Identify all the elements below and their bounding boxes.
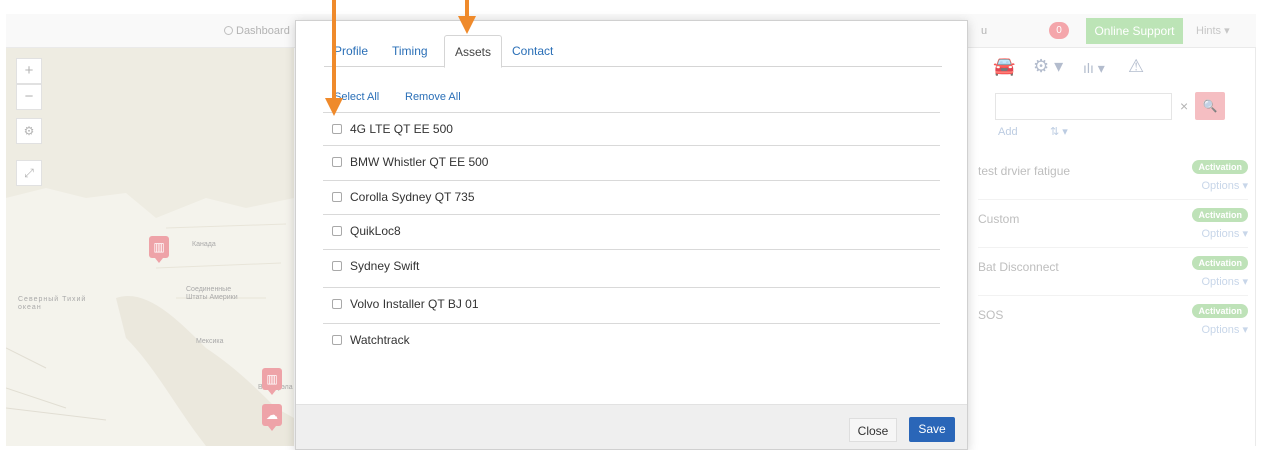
- asset-label: BMW Whistler QT EE 500: [350, 155, 489, 169]
- asset-checkbox[interactable]: [332, 261, 342, 271]
- remove-all-link[interactable]: Remove All: [405, 91, 461, 103]
- tab-contact[interactable]: Contact: [502, 35, 563, 67]
- asset-row[interactable]: Sydney Swift: [323, 249, 940, 282]
- asset-checkbox[interactable]: [332, 335, 342, 345]
- asset-checkbox[interactable]: [332, 299, 342, 309]
- asset-row[interactable]: BMW Whistler QT EE 500: [323, 145, 940, 178]
- asset-label: Watchtrack: [350, 333, 410, 347]
- asset-checkbox[interactable]: [332, 157, 342, 167]
- tab-timing[interactable]: Timing: [382, 35, 438, 67]
- modal-footer: Close Save: [296, 404, 967, 449]
- close-button[interactable]: Close: [849, 418, 897, 442]
- asset-row[interactable]: Watchtrack: [323, 323, 940, 356]
- app-frame: Dashboard u 0 Online Support Hints ▾ + −…: [0, 0, 1261, 450]
- asset-label: QuikLoc8: [350, 224, 401, 238]
- asset-row[interactable]: Volvo Installer QT BJ 01: [323, 287, 940, 320]
- alert-settings-modal: Profile Timing Assets Contact Select All…: [295, 20, 968, 450]
- asset-row[interactable]: Corolla Sydney QT 735: [323, 180, 940, 213]
- asset-checkbox[interactable]: [332, 226, 342, 236]
- asset-label: Sydney Swift: [350, 259, 420, 273]
- save-button[interactable]: Save: [909, 417, 955, 442]
- annotation-arrow-assets-tab: [458, 0, 476, 34]
- asset-label: Volvo Installer QT BJ 01: [350, 297, 479, 311]
- tab-assets[interactable]: Assets: [444, 35, 503, 68]
- annotation-arrow-checkbox: [325, 0, 343, 116]
- modal-tabs: Profile Timing Assets Contact: [324, 35, 942, 68]
- asset-checkbox[interactable]: [332, 124, 342, 134]
- asset-row[interactable]: QuikLoc8: [323, 214, 940, 247]
- asset-label: Corolla Sydney QT 735: [350, 190, 475, 204]
- asset-checkbox[interactable]: [332, 192, 342, 202]
- asset-label: 4G LTE QT EE 500: [350, 122, 453, 136]
- asset-row[interactable]: 4G LTE QT EE 500: [323, 112, 940, 145]
